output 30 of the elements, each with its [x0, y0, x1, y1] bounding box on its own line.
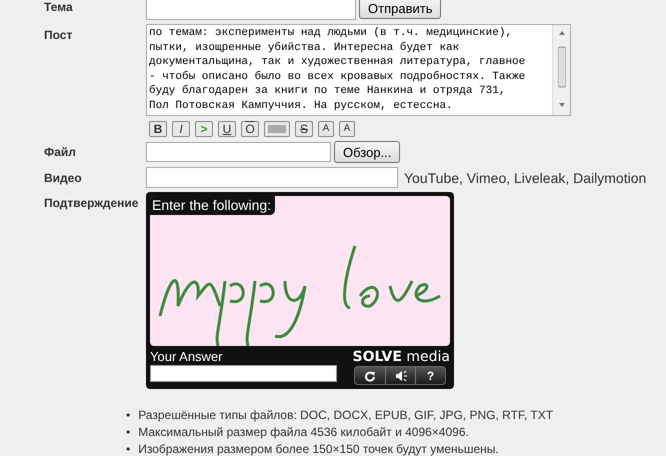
- field-label: Тема: [43, 0, 74, 16]
- captcha-prompt: Enter the following:: [150, 196, 276, 215]
- sup-button[interactable]: A: [339, 121, 355, 137]
- spoiler-button[interactable]: [264, 121, 290, 137]
- video-hint: YouTube, Vimeo, Liveleak, Dailymotion: [404, 170, 646, 186]
- post-text: по темам: эксперименты над людьми (в т.ч. медицинские), пытки, изощренные убийства. Интересна будет как документальщина, так и художественная литература, главное - чтобы описано было во всех кровавых подробностях. Также буду благодарен за книги по теме Нанкина и отряда 731, Пол Потовская Кампуччия. На русском, естессна.: [148, 26, 526, 114]
- field-label: Видео: [43, 170, 83, 187]
- brand-logo: SOLVE media: [352, 349, 450, 365]
- field-label: Подтверждение: [43, 195, 140, 212]
- bold-button[interactable]: B: [149, 121, 167, 137]
- rule-text: Изображения размером более 150×150 точек будут уменьшены.: [138, 441, 499, 456]
- sub-button[interactable]: A: [318, 121, 334, 137]
- rule-text: Разрешённые типы файлов: DOC, DOCX, EPUB, GIF, JPG, PNG, RTF, TXT: [138, 407, 554, 424]
- subject-field[interactable]: [146, 0, 356, 20]
- browse-button[interactable]: Обзор...: [334, 141, 400, 163]
- answer-field[interactable]: [150, 365, 337, 382]
- overline-button[interactable]: O: [241, 121, 259, 137]
- bullet: •: [126, 441, 130, 456]
- answer-label: Your Answer: [150, 349, 223, 364]
- underline-button[interactable]: U: [218, 121, 236, 137]
- bullet: •: [126, 424, 130, 441]
- submit-button[interactable]: Отправить: [359, 0, 442, 19]
- file-field[interactable]: [146, 142, 331, 162]
- field-label: Пост: [43, 27, 74, 44]
- italic-button[interactable]: I: [172, 121, 190, 137]
- strike-button[interactable]: S: [295, 121, 313, 137]
- field-label: Файл: [43, 144, 77, 161]
- rule-text: Максимальный размер файла 4536 килобайт и 4096×4096.: [138, 424, 469, 441]
- video-field[interactable]: [146, 167, 398, 188]
- bullet: •: [126, 407, 130, 424]
